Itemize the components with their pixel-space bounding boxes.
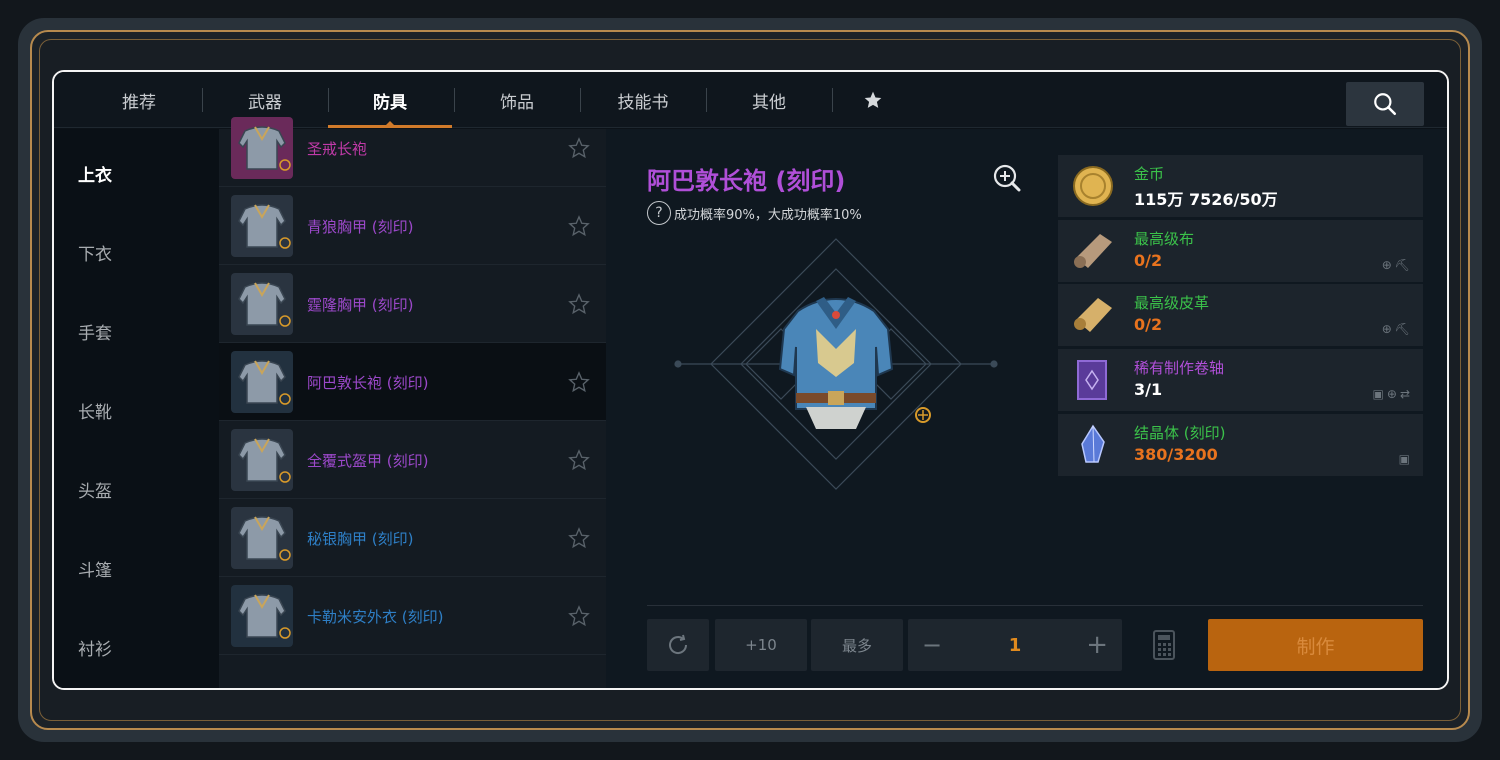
item-name: 阿巴敦长袍 (刻印) (307, 373, 429, 392)
item-thumbnail (231, 195, 293, 257)
reset-button[interactable] (647, 619, 709, 671)
item-thumbnail (231, 429, 293, 491)
quantity-stepper: − 1 + (908, 619, 1122, 671)
item-detail-panel: 阿巴敦长袍 (刻印) ? 成功概率90%，大成功概率10% 金币 115万 75… (606, 129, 1447, 688)
tab-other[interactable]: 其他 (706, 72, 832, 128)
item-thumbnail (231, 273, 293, 335)
material-controls[interactable]: ▣ (1399, 452, 1413, 466)
material-count: 380/3200 (1134, 445, 1218, 464)
tab-favorites[interactable] (832, 72, 914, 128)
material-scroll[interactable]: 稀有制作卷轴 3/1 ▣⊕⇄ (1058, 349, 1423, 411)
material-controls[interactable]: ▣⊕⇄ (1373, 387, 1413, 401)
quantity-value: 1 (1008, 634, 1022, 656)
zoom-in-icon (993, 164, 1021, 192)
craft-label: 制作 (1296, 635, 1335, 658)
material-gold[interactable]: 金币 115万 7526/50万 (1058, 155, 1423, 217)
material-count: 0/2 (1134, 251, 1163, 270)
favorite-star-icon[interactable] (568, 527, 590, 549)
refresh-icon (669, 634, 688, 654)
material-leather[interactable]: 最高级皮革 0/2 ⊕⛏ (1058, 284, 1423, 346)
tab-label: 技能书 (617, 92, 669, 113)
success-rate-text: 成功概率90%，大成功概率10% (674, 208, 862, 223)
item-row[interactable]: 霆隆胸甲 (刻印) (219, 265, 606, 343)
item-row[interactable]: 圣戒长袍 (219, 109, 606, 187)
item-thumbnail (231, 117, 293, 179)
help-icon[interactable]: ? (647, 201, 671, 225)
category-boots[interactable]: 长靴 (54, 398, 136, 423)
material-name: 稀有制作卷轴 (1134, 359, 1225, 377)
star-icon (864, 91, 882, 108)
item-row[interactable]: 卡勒米安外衣 (刻印) (219, 577, 606, 655)
leather-scroll-icon (1074, 298, 1112, 332)
item-name: 霆隆胸甲 (刻印) (307, 295, 414, 314)
tab-recommended[interactable]: 推荐 (76, 72, 202, 128)
cloth-roll-icon (1074, 234, 1112, 268)
plus-ten-button[interactable]: +10 (715, 619, 807, 671)
material-controls[interactable]: ⊕⛏ (1382, 258, 1413, 272)
item-list: 圣戒长袍青狼胸甲 (刻印) 霆隆胸甲 (刻印) 阿巴敦长袍 (刻印) 全覆式盔甲 (刻… (219, 117, 606, 688)
item-row[interactable]: 秘银胸甲 (刻印) (219, 499, 606, 577)
search-button[interactable] (1346, 82, 1424, 126)
item-row[interactable]: 青狼胸甲 (刻印) (219, 187, 606, 265)
item-row[interactable]: 全覆式盔甲 (刻印) (219, 421, 606, 499)
favorite-star-icon[interactable] (568, 215, 590, 237)
category-sidebar: 上衣 下衣 手套 长靴 头盔 斗篷 衬衫 (54, 129, 219, 688)
material-count: 115万 7526/50万 (1134, 190, 1278, 209)
item-thumbnail (231, 351, 293, 413)
category-helmet[interactable]: 头盔 (54, 477, 136, 502)
favorite-star-icon[interactable] (568, 371, 590, 393)
material-count: 3/1 (1134, 380, 1163, 399)
material-name: 金币 (1134, 165, 1165, 183)
crafting-screen: 推荐 武器 防具 饰品 技能书 其他 上衣 下衣 手套 长靴 头盔 斗篷 衬衫 … (52, 70, 1449, 690)
increment-button[interactable]: + (1086, 630, 1108, 660)
material-count: 0/2 (1134, 315, 1163, 334)
material-name: 最高级布 (1134, 230, 1195, 248)
tab-label: 推荐 (122, 92, 156, 113)
decrement-button[interactable]: − (922, 631, 942, 659)
favorite-star-icon[interactable] (568, 449, 590, 471)
material-name: 结晶体 (刻印) (1134, 424, 1226, 442)
crafting-scroll-icon (1077, 360, 1107, 400)
category-shirt[interactable]: 衬衫 (54, 635, 136, 660)
item-thumbnail (231, 507, 293, 569)
item-thumbnail (231, 585, 293, 647)
category-cloak[interactable]: 斗篷 (54, 556, 136, 581)
material-cloth[interactable]: 最高级布 0/2 ⊕⛏ (1058, 220, 1423, 282)
item-name: 青狼胸甲 (刻印) (307, 217, 414, 236)
material-crystal[interactable]: 结晶体 (刻印) 380/3200 ▣ (1058, 414, 1423, 476)
material-name: 最高级皮革 (1134, 294, 1210, 312)
crystal-icon (1081, 424, 1105, 463)
item-name: 全覆式盔甲 (刻印) (307, 451, 429, 470)
item-name: 秘银胸甲 (刻印) (307, 529, 414, 548)
gold-coin-icon (1073, 166, 1113, 206)
favorite-star-icon[interactable] (568, 605, 590, 627)
category-bottom[interactable]: 下衣 (54, 240, 136, 265)
armor-robe-icon (778, 297, 894, 429)
divider (647, 605, 1423, 606)
category-top[interactable]: 上衣 (54, 161, 136, 186)
category-gloves[interactable]: 手套 (54, 319, 136, 344)
craft-button[interactable]: 制作 (1208, 619, 1423, 671)
max-button[interactable]: 最多 (811, 619, 903, 671)
item-title: 阿巴敦长袍 (刻印) (647, 167, 846, 195)
calculator-button[interactable] (1152, 629, 1176, 665)
material-controls[interactable]: ⊕⛏ (1382, 322, 1413, 336)
zoom-button[interactable] (992, 163, 1022, 193)
item-name: 卡勒米安外衣 (刻印) (307, 607, 444, 626)
favorite-star-icon[interactable] (568, 293, 590, 315)
search-icon (1374, 93, 1397, 116)
item-preview (674, 238, 998, 490)
tab-label: 其他 (752, 92, 786, 113)
item-name: 圣戒长袍 (307, 139, 368, 158)
favorite-star-icon[interactable] (568, 137, 590, 159)
item-row[interactable]: 阿巴敦长袍 (刻印) (219, 343, 606, 421)
calculator-icon (1153, 630, 1175, 660)
